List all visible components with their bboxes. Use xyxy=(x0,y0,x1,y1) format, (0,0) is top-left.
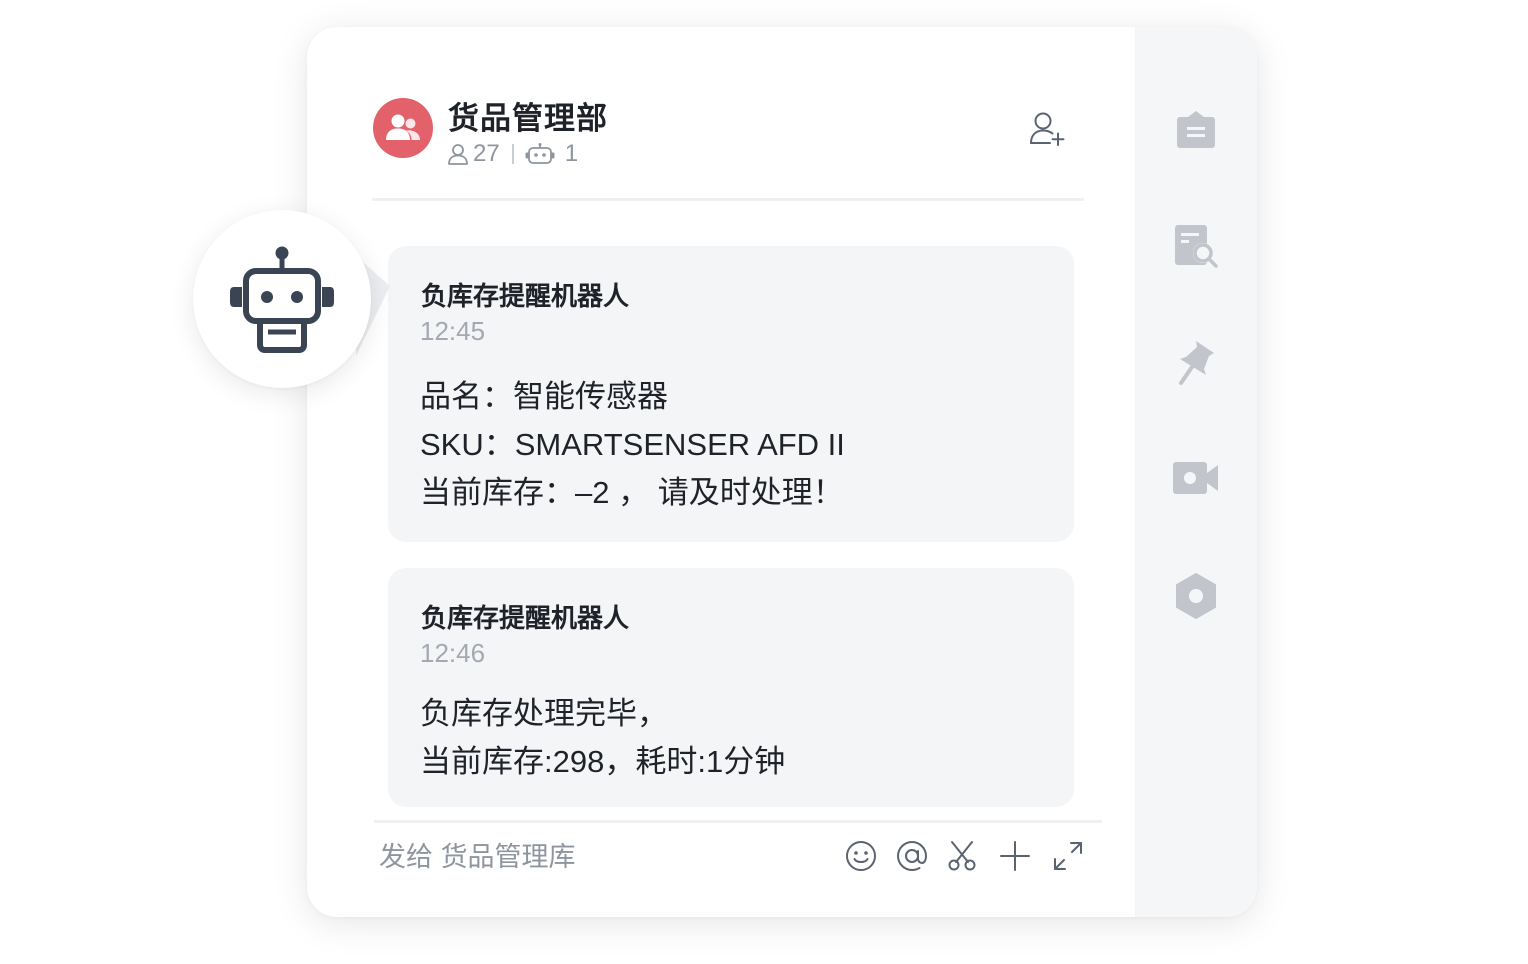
chat-window: 货品管理部 27 1 负库存提醒机器人 12:45 品名：智能传感器 SKU：S… xyxy=(307,27,1257,917)
add-member-button[interactable] xyxy=(1029,111,1067,147)
stage: 货品管理部 27 1 负库存提醒机器人 12:45 品名：智能传感器 SKU：S… xyxy=(0,0,1528,964)
video-button[interactable] xyxy=(1169,451,1223,505)
add-user-icon xyxy=(1030,112,1065,146)
bot-count: 1 xyxy=(564,140,579,167)
side-panel xyxy=(1135,27,1257,917)
message-line: 品名：智能传感器 xyxy=(420,379,668,414)
announcement-icon xyxy=(1177,111,1215,148)
pin-button[interactable] xyxy=(1169,335,1223,389)
robot-avatar-badge xyxy=(193,210,371,388)
group-title: 货品管理部 xyxy=(448,101,608,136)
bot-icon xyxy=(525,143,555,164)
message-card[interactable]: 负库存提醒机器人 12:45 品名：智能传感器 SKU：SMARTSENSER … xyxy=(388,246,1074,542)
composer-divider xyxy=(374,820,1102,823)
search-docs-icon xyxy=(1175,225,1218,268)
search-docs-button[interactable] xyxy=(1169,219,1223,273)
message-input[interactable] xyxy=(379,839,799,875)
settings-icon xyxy=(1176,573,1216,619)
message-line: SKU：SMARTSENSER AFD II xyxy=(420,427,845,462)
meta-separator xyxy=(511,144,514,164)
header-divider xyxy=(372,198,1084,201)
member-count: 27 xyxy=(473,140,500,167)
plus-icon xyxy=(1000,841,1030,871)
emoji-icon xyxy=(846,841,876,871)
emoji-button[interactable] xyxy=(844,839,878,873)
message-line: 当前库存：–2 ， 请及时处理！ xyxy=(420,475,844,510)
message-time: 12:45 xyxy=(420,316,486,346)
screenshot-button[interactable] xyxy=(945,839,979,873)
message-card[interactable]: 负库存提醒机器人 12:46 负库存处理完毕， 当前库存:298，耗时:1分钟 xyxy=(388,568,1074,807)
member-icon xyxy=(448,144,468,165)
message-line: 负库存处理完毕， xyxy=(420,696,668,731)
more-button[interactable] xyxy=(998,839,1032,873)
video-icon xyxy=(1173,462,1218,494)
message-sender: 负库存提醒机器人 xyxy=(421,603,630,633)
expand-button[interactable] xyxy=(1051,839,1085,873)
announcement-button[interactable] xyxy=(1169,102,1223,156)
mention-icon xyxy=(896,840,928,872)
message-line: 当前库存:298，耗时:1分钟 xyxy=(420,744,786,779)
mention-button[interactable] xyxy=(895,839,929,873)
settings-button[interactable] xyxy=(1169,569,1223,623)
scissors-icon xyxy=(948,841,976,871)
message-sender: 负库存提醒机器人 xyxy=(421,281,630,311)
message-time: 12:46 xyxy=(420,638,486,668)
expand-icon xyxy=(1054,842,1082,870)
group-meta: 27 1 xyxy=(447,140,578,168)
group-avatar[interactable] xyxy=(373,98,433,158)
group-icon xyxy=(386,114,420,140)
pin-icon xyxy=(1179,341,1214,385)
robot-icon xyxy=(230,246,334,353)
